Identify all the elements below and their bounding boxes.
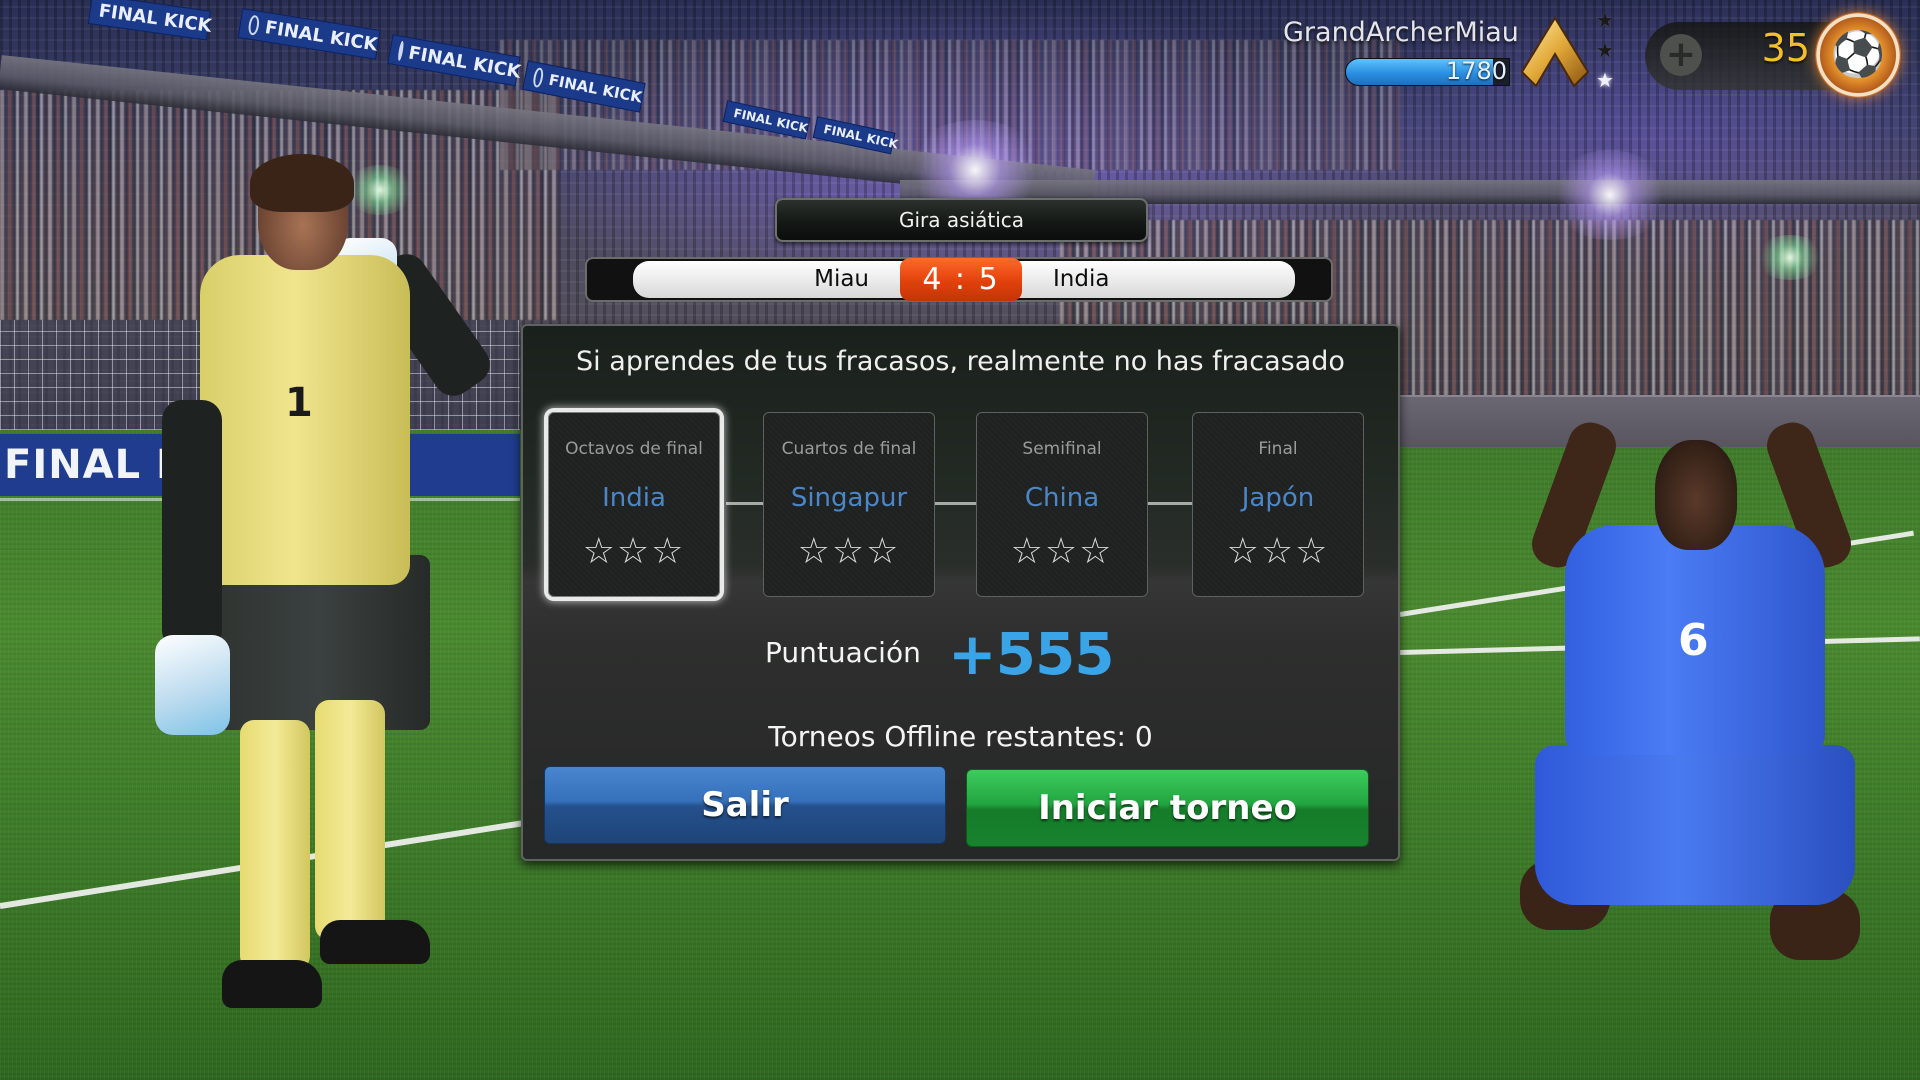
bracket-connector bbox=[726, 502, 763, 505]
stage-opponent: India bbox=[602, 483, 666, 513]
stage-quarterfinal[interactable]: Cuartos de final Singapur ☆☆☆ bbox=[763, 412, 935, 597]
striker-shorts bbox=[1535, 745, 1855, 905]
star-rating-icon: ☆☆☆ bbox=[797, 531, 901, 572]
ball-logo-icon bbox=[531, 66, 545, 89]
star-rating-icon: ☆☆☆ bbox=[1010, 531, 1114, 572]
chevron-rank-icon bbox=[1520, 16, 1590, 88]
stage-final[interactable]: Final Japón ☆☆☆ bbox=[1192, 412, 1364, 597]
tournament-title: Gira asiática bbox=[775, 198, 1148, 242]
goalkeeper-player: 1 bbox=[150, 154, 498, 1030]
goalkeeper-arm bbox=[162, 400, 222, 650]
ball-logo-icon bbox=[397, 40, 405, 62]
bracket-connector bbox=[934, 502, 976, 505]
away-team-name: India bbox=[1053, 266, 1110, 292]
stage-round-label: Cuartos de final bbox=[781, 439, 917, 459]
goalkeeper-leg bbox=[240, 720, 310, 970]
currency-amount: 35 bbox=[1761, 26, 1810, 70]
striker-player: 6 bbox=[1510, 400, 1860, 1000]
goalkeeper-leg bbox=[315, 700, 385, 940]
stage-round-label: Octavos de final bbox=[565, 439, 703, 459]
stage-round-of-16[interactable]: Octavos de final India ☆☆☆ bbox=[548, 412, 720, 597]
home-team-name: Miau bbox=[814, 266, 869, 292]
goalkeeper-boot bbox=[222, 960, 322, 1008]
score-label: Puntuación bbox=[765, 636, 921, 669]
goalkeeper-glove bbox=[155, 635, 230, 735]
stage-opponent: China bbox=[1024, 483, 1100, 513]
rank-star-icon: ★ bbox=[1596, 38, 1614, 62]
stage-round-label: Final bbox=[1258, 439, 1298, 459]
xp-value: 1780 bbox=[1445, 58, 1507, 85]
striker-number: 6 bbox=[1678, 615, 1709, 666]
start-tournament-button[interactable]: Iniciar torneo bbox=[966, 769, 1369, 847]
rank-stars: ★ ★ ★ bbox=[1596, 10, 1620, 90]
plus-icon: + bbox=[1665, 34, 1697, 75]
rank-star-icon: ★ bbox=[1596, 8, 1614, 32]
goalkeeper-number: 1 bbox=[285, 380, 313, 426]
offline-tournaments-remaining: Torneos Offline restantes: 0 bbox=[768, 720, 1153, 753]
ball-logo-icon bbox=[247, 14, 261, 36]
stadium-light bbox=[1550, 150, 1670, 240]
motivational-quote: Si aprendes de tus fracasos, realmente n… bbox=[576, 346, 1345, 377]
exit-button[interactable]: Salir bbox=[544, 766, 946, 844]
goalkeeper-hair bbox=[250, 154, 354, 212]
stage-opponent: Japón bbox=[1241, 483, 1315, 513]
rank-star-icon: ★ bbox=[1596, 68, 1614, 92]
match-score: 4 : 5 bbox=[900, 258, 1022, 301]
score-value: +555 bbox=[948, 620, 1115, 688]
stage-round-label: Semifinal bbox=[1022, 439, 1102, 459]
striker-head bbox=[1655, 440, 1737, 550]
add-currency-button[interactable]: + bbox=[1660, 34, 1702, 76]
stadium-light bbox=[1755, 235, 1825, 280]
star-rating-icon: ☆☆☆ bbox=[582, 531, 686, 572]
goalkeeper-boot bbox=[320, 920, 430, 964]
stage-opponent: Singapur bbox=[790, 483, 908, 513]
xp-progress-bar: 1780 bbox=[1345, 58, 1510, 86]
star-rating-icon: ☆☆☆ bbox=[1226, 531, 1330, 572]
soccer-ball-coin-icon: ⚽ bbox=[1815, 12, 1901, 98]
bracket-connector bbox=[1147, 502, 1192, 505]
player-username: GrandArcherMiau bbox=[1283, 17, 1519, 48]
stage-semifinal[interactable]: Semifinal China ☆☆☆ bbox=[976, 412, 1148, 597]
